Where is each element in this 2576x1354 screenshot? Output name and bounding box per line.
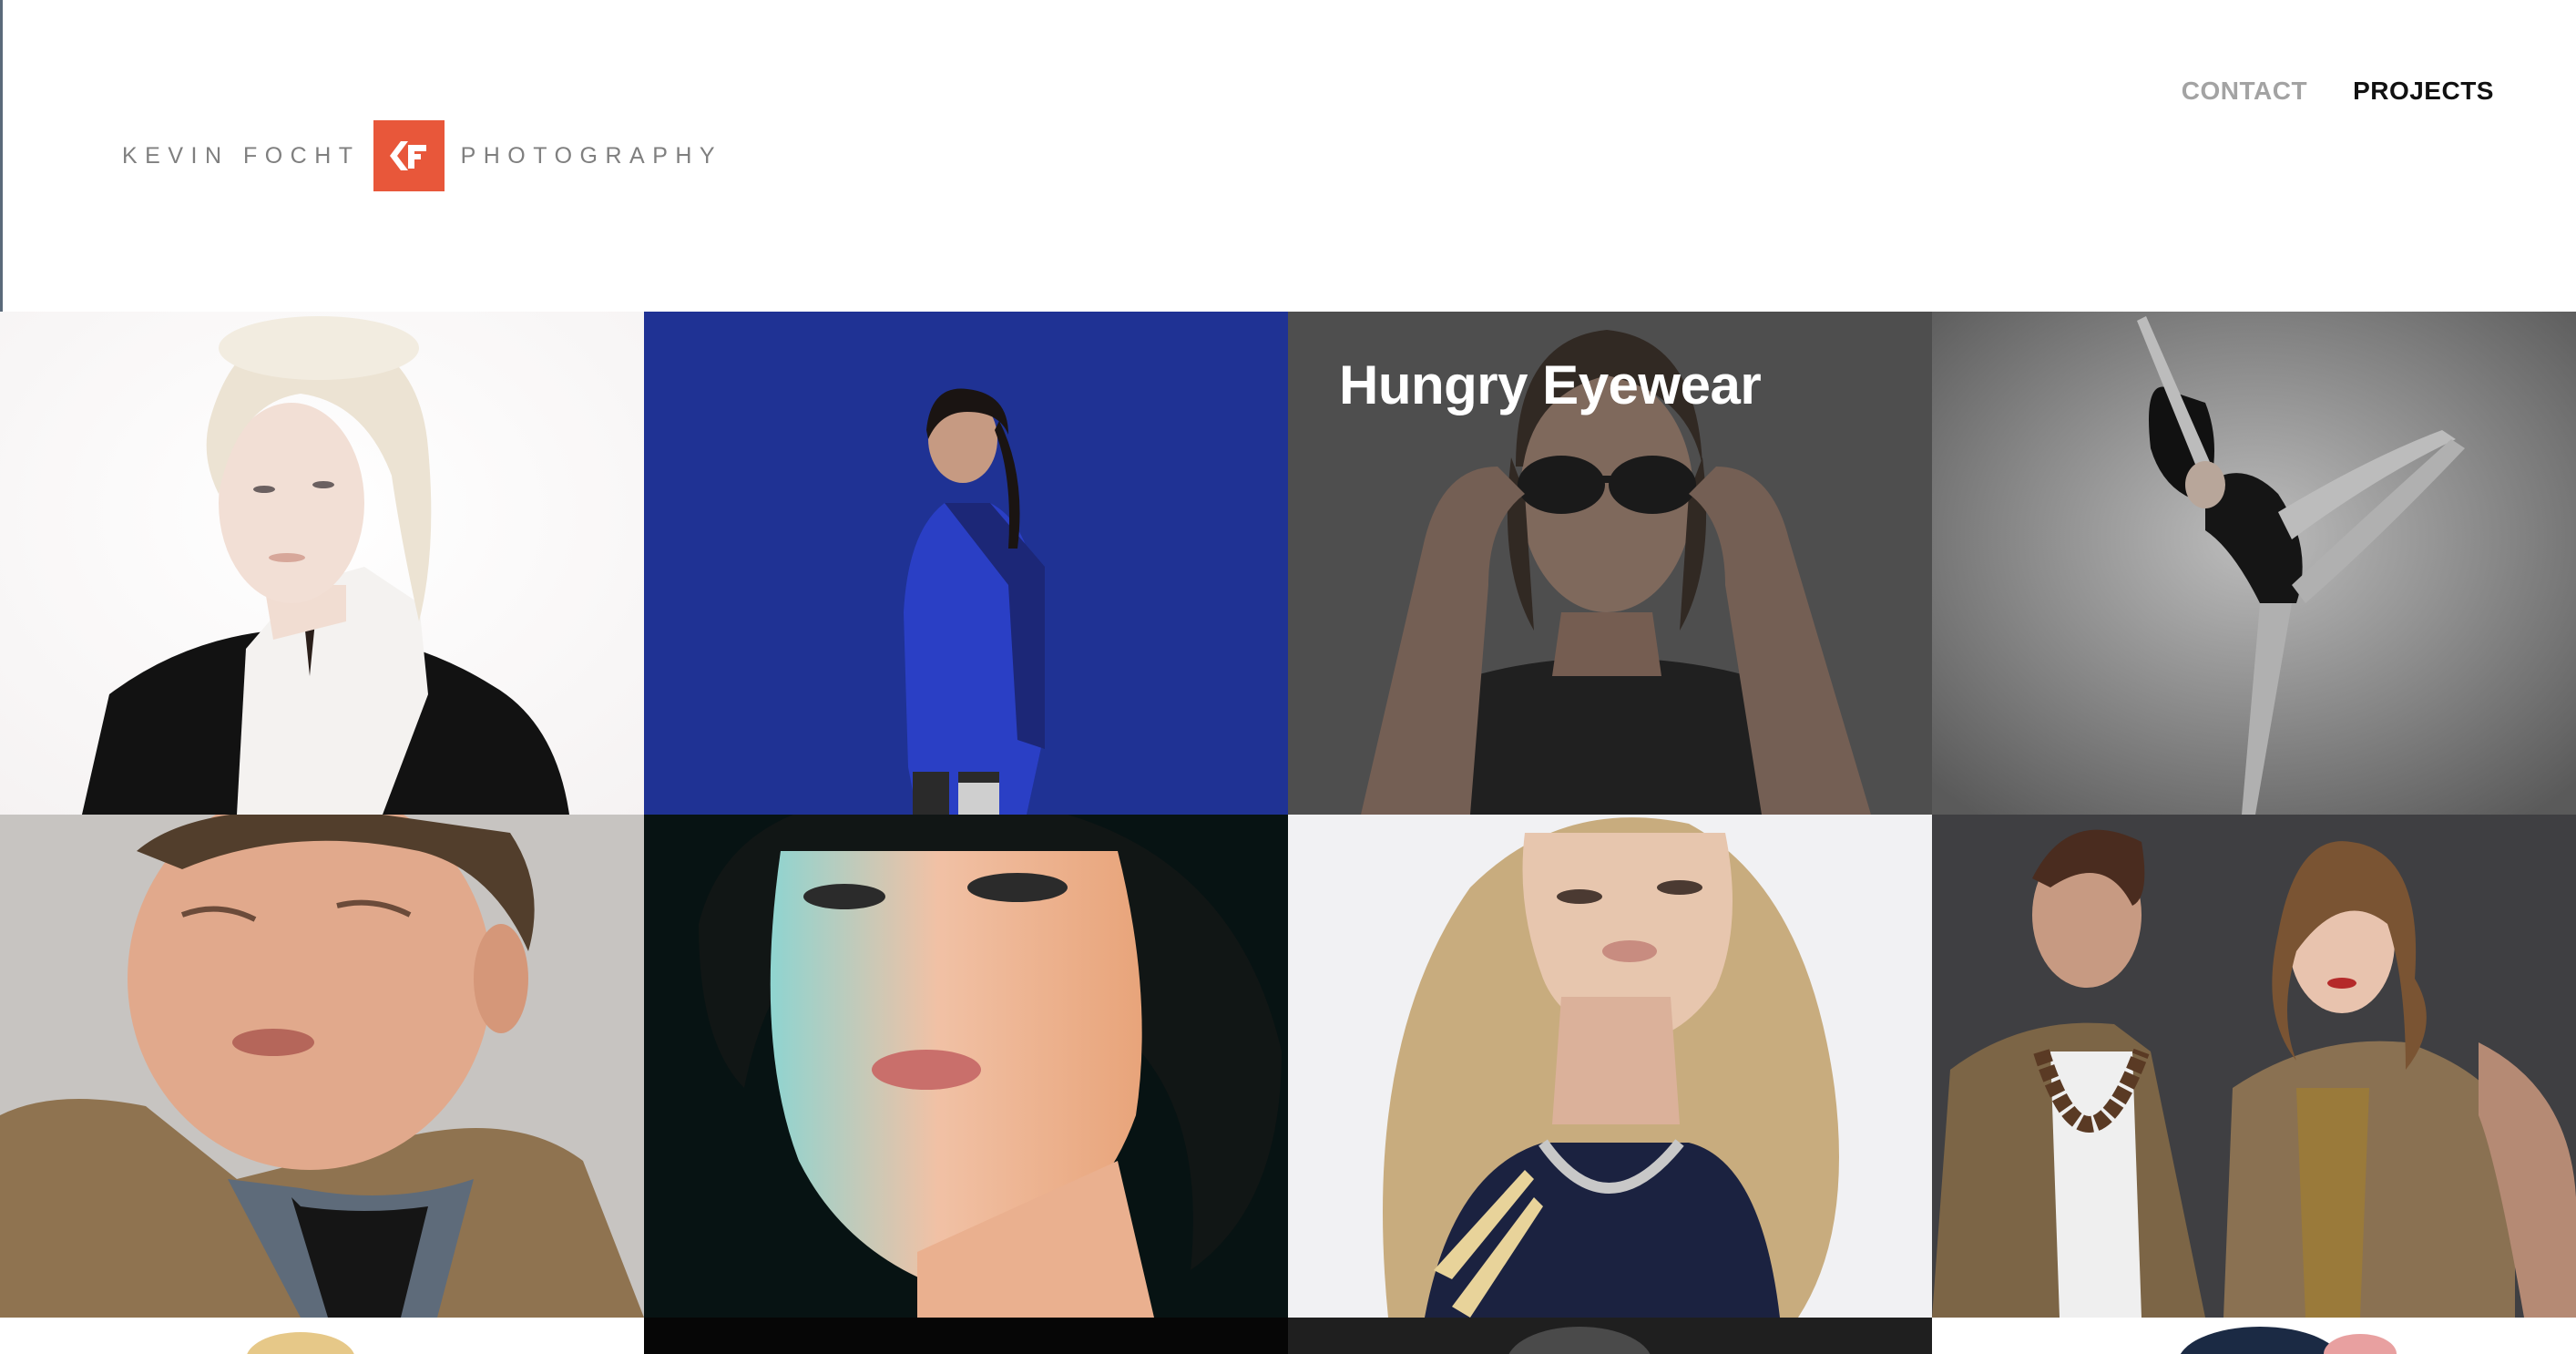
project-tile-10[interactable] <box>644 1318 1288 1354</box>
project-tile-11[interactable] <box>1288 1318 1932 1354</box>
portrait-platinum-hair-image <box>0 312 644 815</box>
project-tile-1[interactable] <box>0 312 644 815</box>
project-tile-6[interactable] <box>644 815 1288 1318</box>
athlete-blue-jacket-image <box>644 312 1288 815</box>
page: KEVIN FOCHT PHOTOGRAPHY CONTACT PROJECTS <box>0 0 2576 1354</box>
partial-image-12 <box>2180 1327 2397 1354</box>
projects-grid: Hungry Eyewear <box>0 312 2576 1318</box>
project-tile-4[interactable] <box>1932 312 2576 815</box>
project-tile-9[interactable] <box>0 1318 644 1354</box>
project-tile-5[interactable] <box>0 815 644 1318</box>
blonde-woman-image <box>1288 815 1932 1318</box>
logo-mark-icon <box>373 120 445 191</box>
project-tile-8[interactable] <box>1932 815 2576 1318</box>
logo-tagline-text: PHOTOGRAPHY <box>460 142 723 169</box>
dancer-pose-image <box>1932 312 2576 815</box>
project-tile-hungry-eyewear[interactable]: Hungry Eyewear <box>1288 312 1932 815</box>
nav-projects-link[interactable]: PROJECTS <box>2353 77 2494 106</box>
project-tile-2[interactable] <box>644 312 1288 815</box>
partial-image-11 <box>1508 1327 1651 1354</box>
logo-name-text: KEVIN FOCHT <box>122 142 361 169</box>
main-nav: CONTACT PROJECTS <box>2182 77 2494 106</box>
partial-image-9 <box>247 1332 354 1354</box>
nav-contact-link[interactable]: CONTACT <box>2182 77 2307 106</box>
couple-fashion-image <box>1932 815 2576 1318</box>
projects-grid-partial-row <box>0 1318 2576 1354</box>
project-tile-7[interactable] <box>1288 815 1932 1318</box>
site-logo[interactable]: KEVIN FOCHT PHOTOGRAPHY <box>122 120 722 191</box>
project-title: Hungry Eyewear <box>1339 354 1762 415</box>
woman-makeup-teal-image <box>644 815 1288 1318</box>
man-winking-image <box>0 815 644 1318</box>
project-tile-12[interactable] <box>1932 1318 2576 1354</box>
